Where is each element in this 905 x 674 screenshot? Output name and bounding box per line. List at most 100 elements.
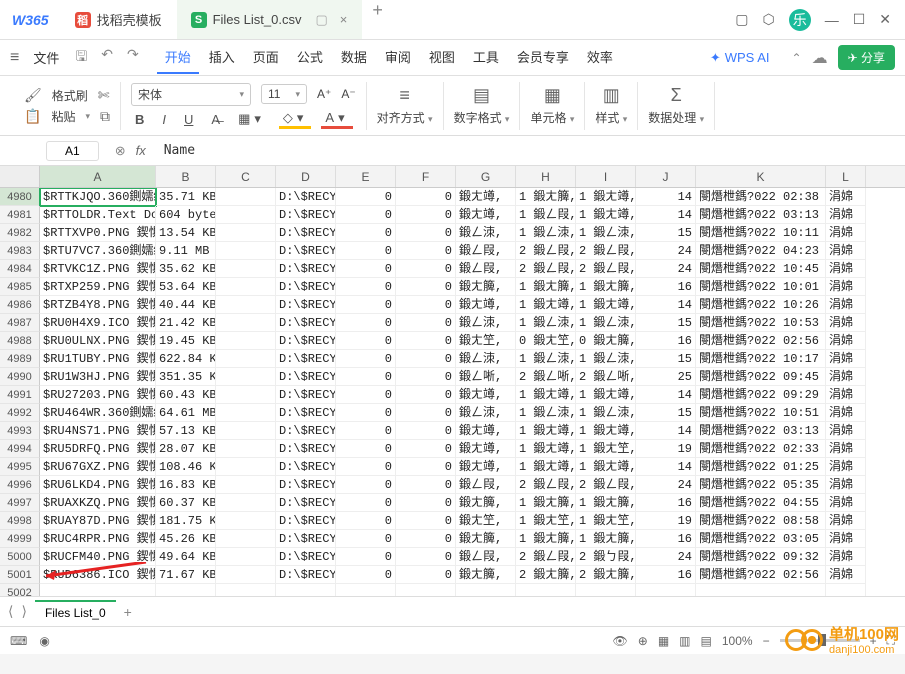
tab-files-list[interactable]: S Files List_0.csv ▢ × — [177, 0, 363, 39]
cell[interactable]: $RU0ULNX.PNG 鍥惧墰 — [40, 332, 156, 350]
cell[interactable] — [216, 188, 276, 206]
cell[interactable]: 閿熸枻鎷?022 01:25 — [696, 458, 826, 476]
cell[interactable]: 涓婂 — [826, 548, 866, 566]
cell[interactable] — [216, 206, 276, 224]
cell[interactable]: 0 — [396, 206, 456, 224]
cell[interactable]: 24 — [636, 476, 696, 494]
cell[interactable]: 1 鍛ㄥ洓, — [576, 314, 636, 332]
cell[interactable]: 40.44 KB — [156, 296, 216, 314]
ribbon-tab-5[interactable]: 审阅 — [377, 41, 419, 74]
cell[interactable]: D:\$RECYC — [276, 350, 336, 368]
cell[interactable]: 2 鍛ㄥ叚, — [516, 548, 576, 566]
cell[interactable]: 涓婂 — [826, 296, 866, 314]
cell[interactable]: 9.11 MB — [156, 242, 216, 260]
cell[interactable]: $RTZB4Y8.PNG 鍥惧墰 — [40, 296, 156, 314]
cell[interactable]: 閿熸枻鎷?022 02:33 — [696, 440, 826, 458]
cell[interactable]: 1 鍛ㄥ叚, — [516, 206, 576, 224]
cell[interactable]: 0 — [396, 422, 456, 440]
cell[interactable]: 鍛ㄥ叚, — [456, 476, 516, 494]
cell-group[interactable]: ▦单元格 ▾ — [520, 82, 585, 130]
cell[interactable]: 24 — [636, 260, 696, 278]
cell[interactable] — [216, 278, 276, 296]
cell[interactable]: 21.42 KB — [156, 314, 216, 332]
cell[interactable]: D:\$RECYC — [276, 368, 336, 386]
wps-ai-button[interactable]: ✦WPS AI — [710, 50, 770, 66]
cell[interactable]: 0 — [396, 296, 456, 314]
cell[interactable]: 0 — [336, 296, 396, 314]
font-color-button[interactable]: A▾ — [321, 110, 352, 129]
strike-button[interactable]: A̶ — [207, 112, 224, 127]
cell[interactable]: 0 鍛ㄤ笁, — [516, 332, 576, 350]
column-header-J[interactable]: J — [636, 166, 696, 187]
row-header[interactable]: 4985 — [0, 278, 40, 296]
cell[interactable]: 15 — [636, 404, 696, 422]
cell[interactable]: 涓婂 — [826, 260, 866, 278]
cell[interactable] — [40, 584, 156, 596]
data-process-group[interactable]: Σ数据处理 ▾ — [638, 82, 715, 130]
undo-icon[interactable]: ↶ — [99, 44, 115, 72]
cell[interactable] — [216, 476, 276, 494]
cell[interactable]: 鍛ㄥ叚, — [456, 242, 516, 260]
column-header-K[interactable]: K — [696, 166, 826, 187]
ribbon-tab-6[interactable]: 视图 — [421, 41, 463, 74]
cell[interactable]: 15 — [636, 350, 696, 368]
column-header-D[interactable]: D — [276, 166, 336, 187]
cell[interactable]: 0 — [336, 368, 396, 386]
cell[interactable]: 0 — [396, 494, 456, 512]
cell[interactable]: $RUC4RPR.PNG 鍥惧墰 — [40, 530, 156, 548]
row-header[interactable]: 4986 — [0, 296, 40, 314]
cell[interactable]: D:\$RECYC — [276, 494, 336, 512]
cell[interactable]: $RU4NS71.PNG 鍥惧墰 — [40, 422, 156, 440]
cell[interactable] — [276, 584, 336, 596]
cell[interactable]: 0 — [336, 422, 396, 440]
row-header[interactable]: 4999 — [0, 530, 40, 548]
cell[interactable]: 2 鍛ㄤ簲, — [576, 566, 636, 584]
cell[interactable]: 1 鍛ㄥ洓, — [516, 224, 576, 242]
cell[interactable]: 1 鍛ㄤ笁, — [576, 512, 636, 530]
cell[interactable]: 鍛ㄤ竴, — [456, 188, 516, 206]
cell[interactable]: D:\$RECYC — [276, 566, 336, 584]
cell[interactable]: 14 — [636, 386, 696, 404]
cell[interactable]: 涓婂 — [826, 566, 866, 584]
name-box[interactable]: A1 — [46, 141, 99, 161]
cell[interactable]: 1 鍛ㄤ竴, — [576, 296, 636, 314]
cell[interactable]: 1 鍛ㄤ竴, — [516, 386, 576, 404]
row-header[interactable]: 4988 — [0, 332, 40, 350]
cell[interactable]: 35.62 KB — [156, 260, 216, 278]
cell[interactable]: 0 — [336, 494, 396, 512]
underline-button[interactable]: U — [180, 112, 197, 127]
row-header[interactable]: 4980 — [0, 188, 40, 206]
cell[interactable]: 涓婂 — [826, 494, 866, 512]
cell[interactable]: D:\$RECYC — [276, 224, 336, 242]
cell[interactable]: 1 鍛ㄤ竴, — [516, 422, 576, 440]
cell[interactable]: 閿熸枻鎷?022 10:45 — [696, 260, 826, 278]
page-break-icon[interactable]: ▤ — [701, 634, 712, 648]
number-format-group[interactable]: ▤数字格式 ▾ — [444, 82, 521, 130]
cell[interactable]: 1 鍛ㄤ竴, — [576, 188, 636, 206]
cell[interactable]: 1 鍛ㄤ簲, — [516, 278, 576, 296]
cell[interactable]: 1 鍛ㄤ簲, — [516, 530, 576, 548]
cell[interactable]: 0 — [396, 350, 456, 368]
column-header-B[interactable]: B — [156, 166, 216, 187]
cell[interactable]: 2 鍛ㄅ叚, — [576, 548, 636, 566]
cell[interactable]: 16 — [636, 332, 696, 350]
hamburger-icon[interactable]: ≡ — [10, 49, 19, 67]
format-painter-button[interactable]: 格式刷 — [52, 87, 88, 104]
cell[interactable]: 0 — [336, 404, 396, 422]
cell[interactable]: D:\$RECYC — [276, 422, 336, 440]
cell[interactable]: 0 — [336, 332, 396, 350]
cell[interactable]: 16 — [636, 278, 696, 296]
cell[interactable] — [156, 584, 216, 596]
cell[interactable]: 0 — [336, 224, 396, 242]
column-header-H[interactable]: H — [516, 166, 576, 187]
ribbon-tab-4[interactable]: 数据 — [333, 41, 375, 74]
column-header-G[interactable]: G — [456, 166, 516, 187]
cell[interactable]: 14 — [636, 206, 696, 224]
cell[interactable]: 鍛ㄤ簲, — [456, 278, 516, 296]
cell[interactable]: 鍛ㄥ叚, — [456, 260, 516, 278]
share-button[interactable]: ✈ 分享 — [838, 45, 895, 70]
cell[interactable]: $RTVKC1Z.PNG 鍥惧墰 — [40, 260, 156, 278]
row-header[interactable]: 4981 — [0, 206, 40, 224]
cell[interactable]: 閿熸枻鎷?022 10:11 — [696, 224, 826, 242]
cell[interactable] — [216, 422, 276, 440]
